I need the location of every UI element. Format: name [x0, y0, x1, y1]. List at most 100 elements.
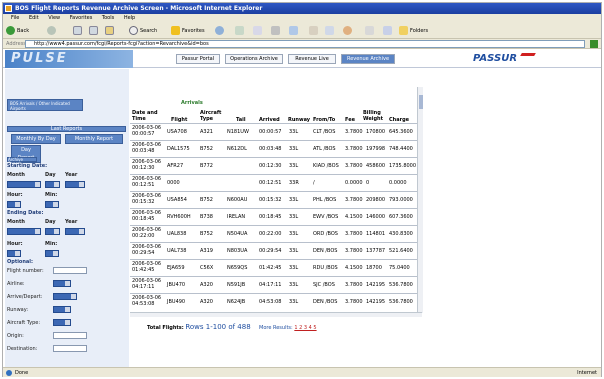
chevron-down-icon	[54, 229, 59, 234]
row-divider	[130, 242, 422, 243]
monthly-by-day-button[interactable]: Monthly By Day	[11, 134, 61, 144]
chevron-down-icon	[65, 320, 70, 325]
runway-select[interactable]	[53, 306, 71, 313]
research-button[interactable]	[383, 26, 394, 36]
airline-select[interactable]	[53, 280, 71, 287]
discuss-icon	[365, 26, 374, 35]
aircraft-type-select[interactable]	[53, 319, 71, 326]
cell-flight: DAL1575	[167, 146, 190, 152]
address-bar: Address http://www4.passur.com/fcgi/Repo…	[3, 39, 601, 49]
destination-input[interactable]	[53, 345, 87, 352]
menu-edit[interactable]: Edit	[29, 14, 39, 23]
passur-swoosh	[520, 53, 536, 56]
menu-view[interactable]: View	[48, 14, 60, 23]
cell-charge: 536.7800	[389, 299, 413, 305]
search-button[interactable]: Search	[129, 26, 157, 36]
cell-date-time: 2006-03-06 00:03:48	[132, 142, 162, 154]
start-year-select[interactable]	[65, 181, 85, 188]
nav-revenue-archive[interactable]: Revenue Archive	[341, 54, 395, 64]
cell-tail: N659QS	[227, 265, 248, 271]
start-min-select[interactable]	[45, 201, 59, 208]
menu-help[interactable]: Help	[124, 14, 135, 23]
forward-button[interactable]	[47, 26, 58, 36]
refresh-button[interactable]	[89, 26, 100, 36]
end-year-select[interactable]	[65, 228, 85, 235]
origin-input[interactable]	[53, 332, 87, 339]
flight-number-label: Flight number:	[7, 268, 44, 274]
cell-aircraft-type: A320	[200, 282, 213, 288]
cell-date-time: 2006-03-06 01:42:45	[132, 261, 162, 273]
chevron-down-icon	[35, 182, 40, 187]
results-horizontal-scrollbar[interactable]	[130, 312, 422, 317]
flight-number-input[interactable]	[53, 267, 87, 274]
nav-operations-archive[interactable]: Operations Archive	[225, 54, 283, 64]
people-button[interactable]	[343, 26, 354, 36]
cell-charge: 75.0400	[389, 265, 410, 271]
nav-passur-portal[interactable]: Passur Portal	[176, 54, 220, 64]
end-hour-select[interactable]	[7, 250, 21, 257]
cell-arrived: 00:22:00	[259, 231, 282, 237]
favorites-button[interactable]: Favorites	[171, 26, 205, 36]
chevron-down-icon	[54, 182, 59, 187]
start-month-select[interactable]	[7, 181, 41, 188]
cell-runway: 33R	[289, 180, 299, 186]
cut-button[interactable]	[309, 26, 320, 36]
chevron-down-icon	[53, 202, 58, 207]
cell-charge: 793.0000	[389, 197, 413, 203]
cell-charge: 645.3600	[389, 129, 413, 135]
copy-button[interactable]	[325, 26, 336, 36]
stop-button[interactable]	[73, 26, 84, 36]
discuss-button[interactable]	[365, 26, 376, 36]
cell-charge: 1735.8000	[389, 163, 417, 169]
row-divider	[130, 191, 422, 192]
bos-arrivals-button[interactable]: BOS Arrivals / Other Indicated Airports	[7, 99, 83, 111]
header-date-time: Date and Time	[132, 110, 158, 122]
pulse-logo: PULSE	[5, 50, 133, 68]
history-button[interactable]	[235, 26, 246, 36]
folders-button[interactable]: Folders	[399, 26, 428, 36]
cell-tail: N504UA	[227, 231, 248, 237]
nav-revenue-live[interactable]: Revenue Live	[288, 54, 336, 64]
search-icon	[129, 26, 138, 35]
edit-button[interactable]	[289, 26, 300, 36]
start-month-label: Month	[7, 172, 25, 178]
cell-charge: 430.8300	[389, 231, 413, 237]
media-button[interactable]	[215, 26, 226, 36]
end-day-select[interactable]	[45, 228, 60, 235]
page-links[interactable]: 1 2 3 4 5	[294, 325, 316, 331]
destination-label: Destination:	[7, 346, 38, 352]
cell-runway: 33L	[289, 146, 299, 152]
start-hour-select[interactable]	[7, 201, 21, 208]
start-min-label: Min:	[45, 192, 58, 198]
menu-favorites[interactable]: Favorites	[70, 14, 93, 23]
cell-billing-weight: 146000	[366, 214, 386, 220]
cell-aircraft-type: A321	[200, 129, 213, 135]
back-button[interactable]: Back	[6, 26, 29, 36]
arrive-depart-select[interactable]	[53, 293, 77, 300]
cell-billing-weight: 137787	[366, 248, 386, 254]
chevron-down-icon	[15, 251, 20, 256]
cell-arrived: 00:29:54	[259, 248, 282, 254]
row-divider	[130, 225, 422, 226]
menu-file[interactable]: File	[11, 14, 19, 23]
cell-billing-weight: 142195	[366, 299, 386, 305]
cell-aircraft-type: A320	[200, 299, 213, 305]
home-button[interactable]	[105, 26, 116, 36]
results-vertical-scrollbar[interactable]	[417, 87, 423, 313]
chevron-down-icon	[15, 202, 20, 207]
cell-flight: UAL838	[167, 231, 187, 237]
cell-from-to: PHL /BOS	[313, 197, 337, 203]
scrollbar-thumb[interactable]	[419, 95, 423, 109]
end-min-select[interactable]	[45, 250, 59, 257]
cell-from-to: SJC /BOS	[313, 282, 335, 288]
cell-flight: UAL738	[167, 248, 187, 254]
mail-button[interactable]	[253, 26, 264, 36]
address-input[interactable]: http://www4.passur.com/fcgi/Reports-fcgi…	[25, 40, 585, 48]
end-month-select[interactable]	[7, 228, 41, 235]
cell-billing-weight: 142195	[366, 282, 386, 288]
print-button[interactable]	[271, 26, 282, 36]
go-arrow-icon[interactable]	[590, 40, 598, 48]
start-day-select[interactable]	[45, 181, 60, 188]
menu-tools[interactable]: Tools	[102, 14, 114, 23]
monthly-report-button[interactable]: Monthly Report	[65, 134, 123, 144]
